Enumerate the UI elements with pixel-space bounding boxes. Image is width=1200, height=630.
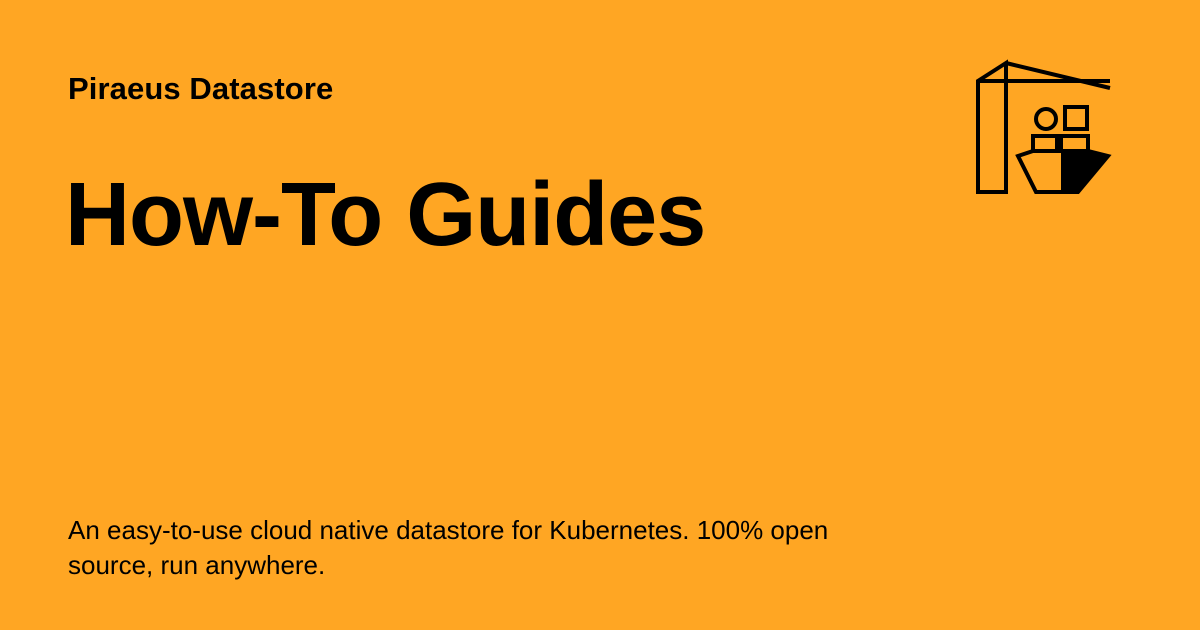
social-card: Piraeus Datastore How-To Guides An easy-… [0,0,1200,630]
page-title: How-To Guides [65,165,706,265]
site-description: An easy-to-use cloud native datastore fo… [68,515,829,580]
crane-ship-containers-icon [970,58,1116,198]
site-name: Piraeus Datastore [68,71,334,106]
